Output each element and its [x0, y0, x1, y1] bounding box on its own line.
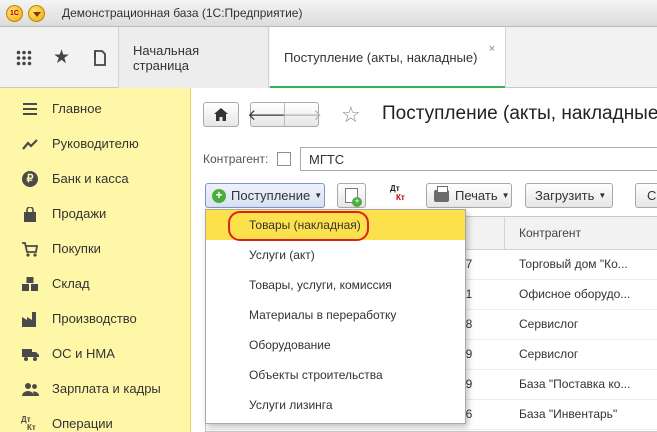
dt-text: Дт — [390, 184, 400, 193]
document-add-icon — [345, 188, 362, 207]
add-icon: + — [212, 188, 226, 203]
cart-icon — [21, 240, 39, 258]
menu-item-construction-objects[interactable]: Объекты строительства — [206, 360, 465, 390]
dt-kt-icon: Дт Кт — [21, 415, 39, 432]
forward-arrow-icon[interactable]: 🡒 — [282, 103, 322, 126]
menu-item-goods-invoice[interactable]: Товары (накладная) — [206, 210, 465, 240]
column-divider — [504, 217, 505, 250]
sidebar-item-label: Производство — [52, 311, 137, 326]
menu-lines-icon — [21, 100, 39, 118]
home-button[interactable] — [203, 102, 239, 127]
print-label: Печать — [455, 188, 498, 203]
sidebar-item-label: Руководителю — [52, 136, 139, 151]
load-label: Загрузить — [535, 188, 595, 203]
receipt-type-dropdown: Товары (накладная) Услуги (акт) Товары, … — [205, 209, 466, 424]
kt-text: Кт — [396, 193, 405, 202]
truncated-button[interactable]: С — [635, 183, 657, 208]
menu-item-leasing-services[interactable]: Услуги лизинга — [206, 390, 465, 420]
truncated-button-label: С — [647, 188, 657, 203]
tab-close-icon[interactable]: × — [489, 43, 495, 55]
navigation-buttons: 🡐 🡒 — [247, 102, 322, 127]
home-icon — [214, 108, 228, 121]
tab-receipts-label: Поступление (акты, накладные) — [284, 50, 478, 65]
menu-item-materials-processing[interactable]: Материалы в переработку — [206, 300, 465, 330]
tab-home-label: Начальная страница — [133, 42, 200, 73]
tab-receipts[interactable]: Поступление (акты, накладные) × — [270, 27, 506, 89]
printer-icon — [434, 185, 449, 202]
menu-item-goods-services-commission[interactable]: Товары, услуги, комиссия — [206, 270, 465, 300]
page-title: Поступление (акты, накладные) — [382, 103, 657, 124]
sidebar-item-label: Банк и касса — [52, 171, 129, 186]
app-logo-icon[interactable]: 1С — [6, 5, 23, 22]
sidebar-item-label: Покупки — [52, 241, 101, 256]
sidebar-item-sales[interactable]: Продажи — [0, 196, 191, 231]
sidebar-item-operations[interactable]: Дт Кт Операции — [0, 406, 191, 432]
sidebar-item-purchases[interactable]: Покупки — [0, 231, 191, 266]
sidebar-item-bank[interactable]: ₽ Банк и касса — [0, 161, 191, 196]
sidebar-item-label: Операции — [52, 416, 113, 431]
truck-icon — [21, 345, 39, 363]
sidebar-item-main[interactable]: Главное — [0, 91, 191, 126]
factory-icon — [21, 310, 39, 328]
back-arrow-icon[interactable]: 🡐 — [247, 103, 288, 126]
counterparty-input[interactable]: МГТС — [300, 147, 657, 171]
sidebar-item-label: Главное — [52, 101, 102, 116]
cell-counterparty: Торговый дом "Ко... — [519, 257, 628, 271]
sidebar-item-payroll[interactable]: Зарплата и кадры — [0, 371, 191, 406]
favorites-star-icon[interactable]: ★ — [42, 27, 81, 88]
chevron-down-icon: ▼ — [598, 191, 607, 200]
main-menu-icon[interactable] — [28, 5, 45, 22]
sidebar-item-warehouse[interactable]: Склад — [0, 266, 191, 301]
sidebar-item-assets[interactable]: ОС и НМА — [0, 336, 191, 371]
create-by-copy-button[interactable] — [337, 183, 366, 208]
receipt-create-label: Поступление — [231, 188, 311, 203]
load-button[interactable]: Загрузить ▼ — [525, 183, 613, 208]
counterparty-label: Контрагент: — [203, 152, 269, 166]
people-icon — [21, 380, 39, 398]
tab-home[interactable]: Начальная страница — [119, 27, 269, 88]
sidebar-item-label: Продажи — [52, 206, 107, 221]
counterparty-checkbox[interactable] — [277, 152, 291, 166]
favorite-star-icon[interactable]: ☆ — [341, 102, 361, 128]
cell-counterparty: Сервислог — [519, 347, 579, 361]
shopping-bag-icon — [21, 205, 39, 223]
cell-counterparty: Офисное оборудо... — [519, 287, 631, 301]
sidebar-item-director[interactable]: Руководителю — [0, 126, 191, 161]
cell-counterparty: Сервислог — [519, 317, 579, 331]
sidebar: Главное Руководителю ₽ Банк и касса Прод… — [0, 88, 191, 432]
sidebar-item-production[interactable]: Производство — [0, 301, 191, 336]
title-bar: 1С Демонстрационная база (1С:Предприятие… — [0, 0, 657, 27]
receipt-create-button[interactable]: + Поступление ▼ — [205, 183, 325, 208]
print-button[interactable]: Печать ▼ — [426, 183, 512, 208]
chevron-down-icon: ▼ — [314, 191, 323, 200]
trend-icon — [21, 135, 39, 153]
history-icon[interactable] — [80, 27, 119, 88]
sidebar-item-label: Зарплата и кадры — [52, 381, 161, 396]
column-header-counterparty[interactable]: Контрагент — [519, 226, 581, 240]
ruble-icon: ₽ — [21, 170, 39, 188]
menu-item-services-act[interactable]: Услуги (акт) — [206, 240, 465, 270]
cell-counterparty: База "Инвентарь" — [519, 407, 618, 421]
window-title: Демонстрационная база (1С:Предприятие) — [62, 6, 303, 20]
sidebar-item-label: Склад — [52, 276, 90, 291]
sections-grid-icon[interactable] — [4, 27, 43, 88]
cell-counterparty: База "Поставка ко... — [519, 377, 631, 391]
warehouse-icon — [21, 275, 39, 293]
sidebar-item-label: ОС и НМА — [52, 346, 115, 361]
dt-kt-button[interactable]: Дт Кт — [390, 184, 412, 206]
chevron-down-icon: ▼ — [501, 191, 510, 200]
kt-text: Кт — [27, 423, 36, 432]
tab-strip: ★ Начальная страница Поступление (акты, … — [0, 27, 657, 89]
menu-item-equipment[interactable]: Оборудование — [206, 330, 465, 360]
